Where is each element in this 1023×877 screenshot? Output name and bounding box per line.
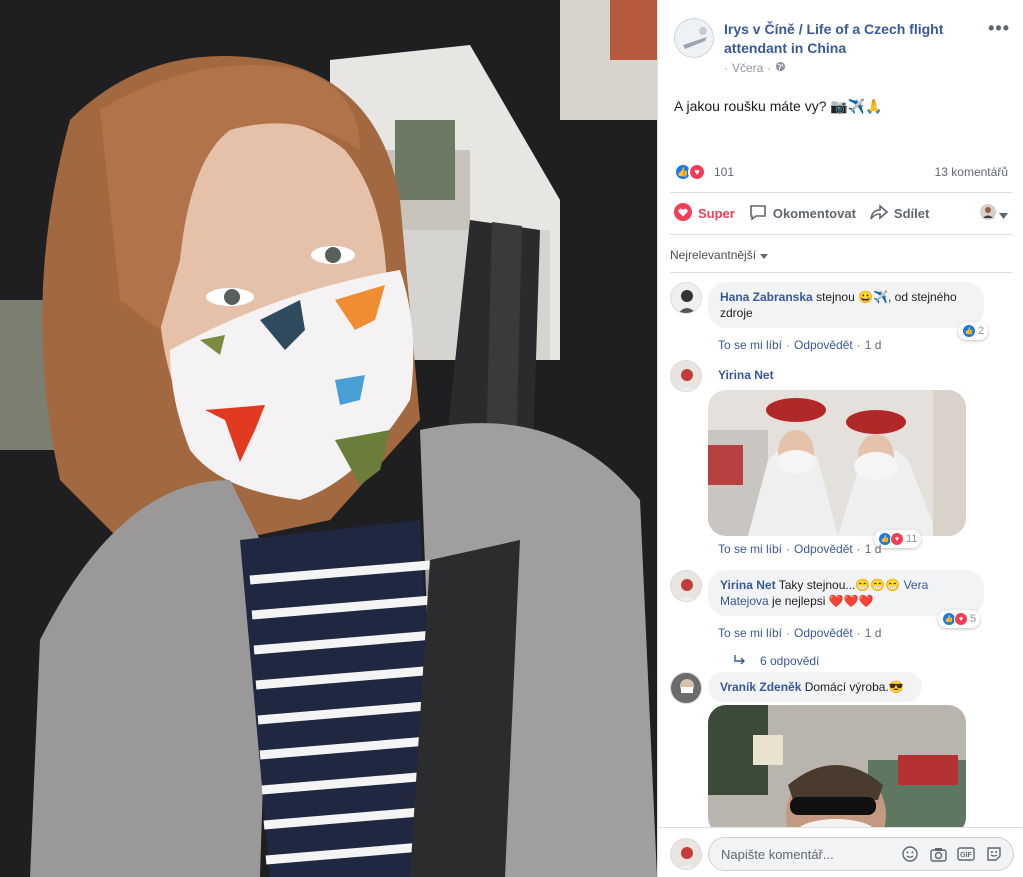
reaction-count[interactable]: 101 (714, 165, 734, 179)
separator-dot: · (786, 338, 791, 352)
comment-reaction-count: 5 (970, 613, 977, 625)
divider (670, 234, 1012, 235)
current-user-avatar (670, 838, 702, 870)
sort-label: Nejrelevantnější (670, 248, 757, 262)
comment-label: Okomentovat (772, 205, 856, 221)
like-reaction-icon: 👍 (962, 324, 976, 338)
separator-dot: · (724, 61, 728, 75)
post-meta: · Včera · (724, 61, 786, 75)
commenter-avatar[interactable] (670, 570, 702, 602)
comment-text: je nejlepsi ❤️❤️❤️ (772, 594, 874, 608)
separator-dot: · (786, 626, 791, 640)
chevron-down-icon (760, 248, 769, 262)
super-button[interactable]: Super (674, 202, 735, 224)
commenter-avatar[interactable] (670, 360, 702, 392)
divider (670, 192, 1012, 193)
comment-list[interactable]: Hana Zabranska stejnou 😀✈️, od stejného … (658, 276, 1023, 827)
comment-time[interactable]: 1 d (865, 338, 882, 352)
post-text: A jakou roušku máte vy? 📷✈️🙏 (674, 98, 883, 114)
comment-like-link[interactable]: To se mi líbí (718, 338, 782, 352)
page-avatar[interactable] (674, 18, 714, 58)
comment-sort-dropdown[interactable]: Nejrelevantnější (670, 248, 769, 262)
comment-reply-link[interactable]: Odpovědět (794, 626, 853, 640)
comment-reaction-count: 11 (906, 533, 918, 545)
comment-time[interactable]: 1 d (865, 542, 882, 556)
divider (670, 272, 1012, 273)
comment-like-link[interactable]: To se mi líbí (718, 542, 782, 556)
post-header: Irys v Číně / Life of a Czech flight att… (674, 16, 1014, 86)
post-actions: Super Okomentovat Sdílet (674, 198, 1008, 228)
comment-reply-link[interactable]: Odpovědět (794, 542, 853, 556)
comment-reactions[interactable]: 👍 2 (958, 322, 989, 340)
sticker-icon[interactable] (985, 845, 1003, 863)
separator-dot: · (856, 626, 861, 640)
photo-viewer: Irys v Číně / Life of a Czech flight att… (0, 0, 1023, 877)
view-replies-link[interactable]: 6 odpovědí (734, 654, 819, 668)
page-name-link[interactable]: Irys v Číně / Life of a Czech flight att… (724, 20, 974, 58)
comment-input[interactable]: Napište komentář... GIF (708, 837, 1014, 871)
comment-button[interactable]: Okomentovat (749, 203, 856, 224)
comment-bubble: Hana Zabranska stejnou 😀✈️, od stejného … (708, 282, 984, 328)
comment-icon (749, 203, 767, 224)
comment-meta: To se mi líbí · Odpovědět · 1 d (718, 626, 881, 640)
comment-bubble: Yirina Net Taky stejnou...😁😁😁 Vera Matej… (708, 570, 984, 616)
share-label: Sdílet (893, 205, 930, 221)
reaction-avatar-selector[interactable] (980, 204, 1008, 225)
comment-item: Yirina Net Taky stejnou...😁😁😁 Vera Matej… (670, 570, 1010, 670)
camera-icon[interactable] (929, 845, 947, 863)
comment-meta: To se mi líbí · Odpovědět · 1 d (718, 338, 881, 352)
comment-bubble: Vraník Zdeněk Domácí výroba.😎 (708, 672, 922, 702)
composer-tools: GIF (901, 845, 1003, 863)
comment-item: Vraník Zdeněk Domácí výroba.😎 (670, 672, 1010, 827)
comment-author[interactable]: Hana Zabranska (720, 290, 813, 304)
emoji-icon[interactable] (901, 845, 919, 863)
separator-dot: · (856, 542, 861, 556)
comment-count-link[interactable]: 13 komentářů (935, 165, 1008, 179)
reactions-bar: 👍 ♥ 101 13 komentářů (674, 162, 1008, 182)
comment-author[interactable]: Yirina Net (718, 368, 774, 382)
comment-image[interactable] (708, 390, 966, 536)
comment-author[interactable]: Yirina Net (720, 578, 776, 592)
separator-dot: · (767, 61, 772, 75)
commenter-avatar[interactable] (670, 282, 702, 314)
mini-avatar (980, 204, 996, 225)
replies-count: 6 odpovědí (760, 654, 820, 668)
comment-input-placeholder: Napište komentář... (721, 847, 834, 862)
globe-icon[interactable] (775, 61, 786, 75)
love-reaction-icon: ♥ (890, 532, 904, 546)
separator-dot: · (786, 542, 791, 556)
share-button[interactable]: Sdílet (870, 203, 929, 224)
comment-item: Yirina Net 👍 ♥ 11 To se mi líbí · Odpově… (670, 360, 1010, 560)
love-reaction-icon: ♥ (688, 163, 706, 181)
reaction-icons[interactable]: 👍 ♥ (674, 163, 706, 181)
post-photo[interactable] (0, 0, 657, 877)
comment-text: Domácí výroba.😎 (804, 680, 904, 694)
commenter-avatar[interactable] (670, 672, 702, 704)
separator-dot: · (856, 338, 861, 352)
heart-icon (674, 202, 692, 224)
reply-arrow-icon (734, 654, 746, 668)
post-time[interactable]: Včera (732, 61, 763, 75)
selfie-image (0, 0, 657, 877)
comment-author[interactable]: Vraník Zdeněk (720, 680, 801, 694)
share-icon (870, 203, 889, 224)
love-reaction-icon: ♥ (954, 612, 968, 626)
more-options-icon[interactable]: ••• (988, 18, 1010, 39)
comment-text: Taky stejnou...😁😁😁 (778, 578, 901, 592)
comment-reactions[interactable]: 👍 ♥ 5 (938, 610, 981, 628)
gif-icon[interactable]: GIF (957, 845, 975, 863)
comment-image[interactable] (708, 705, 966, 827)
comment-item: Hana Zabranska stejnou 😀✈️, od stejného … (670, 282, 1010, 352)
comment-time[interactable]: 1 d (865, 626, 882, 640)
comment-reaction-count: 2 (978, 325, 985, 337)
comment-like-link[interactable]: To se mi líbí (718, 626, 782, 640)
comment-composer: Napište komentář... GIF (658, 827, 1023, 877)
chevron-down-icon (999, 206, 1008, 224)
svg-text:GIF: GIF (960, 852, 972, 859)
post-panel: Irys v Číně / Life of a Czech flight att… (657, 0, 1023, 877)
comment-meta: To se mi líbí · Odpovědět · 1 d (718, 542, 881, 556)
super-label: Super (698, 205, 735, 221)
comment-reply-link[interactable]: Odpovědět (794, 338, 853, 352)
